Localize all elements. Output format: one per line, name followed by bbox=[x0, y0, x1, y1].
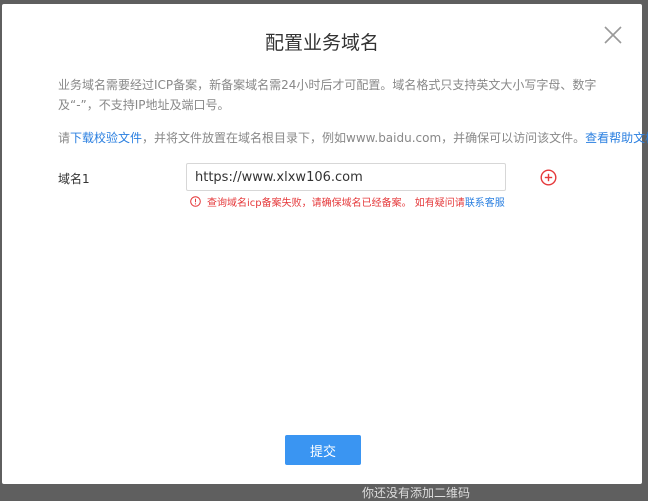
domain-field-label: 域名1 bbox=[58, 172, 90, 186]
domain-error-message: 查询域名icp备案失败，请确保域名已经备案。 如有疑问请 联系客服 bbox=[190, 194, 505, 209]
download-verification-file-link[interactable]: 下载校验文件 bbox=[70, 131, 142, 145]
hint-prefix: 请 bbox=[58, 131, 71, 145]
dialog-description: 业务域名需要经过ICP备案，新备案域名需24小时后才可配置。域名格式只支持英文大… bbox=[58, 78, 597, 112]
download-hint: 请下载校验文件，并将文件放置在域名根目录下，例如www.baidu.com，并确… bbox=[58, 128, 648, 148]
error-text: 查询域名icp备案失败，请确保域名已经备案。 如有疑问请 bbox=[207, 198, 465, 209]
dialog-title: 配置业务域名 bbox=[264, 32, 379, 54]
submit-button[interactable]: 提交 bbox=[285, 435, 361, 465]
domain-input[interactable] bbox=[186, 163, 506, 191]
help-doc-link[interactable]: 查看帮助文档 bbox=[585, 131, 648, 145]
background-hint-text: 你还没有添加二维码 bbox=[362, 486, 471, 500]
close-icon[interactable] bbox=[602, 24, 624, 46]
config-domain-dialog: 配置业务域名 业务域名需要经过ICP备案，新备案域名需24小时后才可配置。域名格… bbox=[2, 4, 648, 484]
warning-circle-icon bbox=[190, 196, 201, 207]
hint-middle: ，并将文件放置在域名根目录下，例如www.baidu.com，并确保可以访问该文… bbox=[142, 131, 586, 145]
add-circle-icon[interactable] bbox=[540, 169, 557, 186]
contact-support-link[interactable]: 联系客服 bbox=[465, 194, 505, 209]
